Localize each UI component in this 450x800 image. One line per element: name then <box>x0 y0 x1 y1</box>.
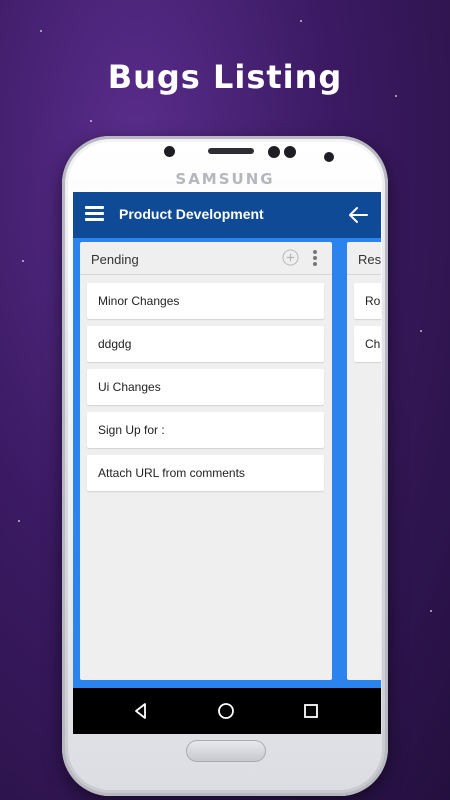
star <box>300 20 302 22</box>
bug-card[interactable]: Ro <box>354 283 381 319</box>
phone-camera <box>268 146 280 158</box>
home-hardware-button[interactable] <box>186 740 266 762</box>
app-bar: Product Development <box>73 192 381 238</box>
column-header: Pending <box>80 242 332 275</box>
bug-card[interactable]: Ch <box>354 326 381 362</box>
phone-sensor <box>164 146 175 157</box>
android-nav-bar <box>73 688 381 734</box>
star <box>40 30 42 32</box>
column-title: Res <box>358 252 381 267</box>
phone-screen: Product Development Pending Minor Change… <box>73 192 381 734</box>
bug-card[interactable]: ddgdg <box>87 326 324 362</box>
triangle-back-icon[interactable] <box>131 701 151 721</box>
card-title: ddgdg <box>98 337 132 351</box>
add-circle-icon[interactable] <box>282 249 299 266</box>
column-pending: Pending Minor Changes ddgdg Ui Changes S… <box>80 242 332 680</box>
phone-camera <box>284 146 296 158</box>
more-vertical-icon[interactable] <box>312 249 318 267</box>
card-title: Ro <box>365 294 381 308</box>
column-title: Pending <box>91 252 139 267</box>
column-resolved: Res Ro Ch <box>347 242 381 680</box>
phone-speaker <box>208 148 254 154</box>
hamburger-icon[interactable] <box>85 206 104 222</box>
card-title: Ui Changes <box>98 380 161 394</box>
bug-card[interactable]: Ui Changes <box>87 369 324 405</box>
bug-card[interactable]: Sign Up for : <box>87 412 324 448</box>
bug-board: Pending Minor Changes ddgdg Ui Changes S… <box>73 238 381 688</box>
phone-front-camera <box>324 152 334 162</box>
bug-card[interactable]: Minor Changes <box>87 283 324 319</box>
arrow-left-icon[interactable] <box>347 204 369 226</box>
bug-card[interactable]: Attach URL from comments <box>87 455 324 491</box>
star <box>18 520 20 522</box>
star <box>22 260 24 262</box>
app-title: Product Development <box>119 206 264 222</box>
star <box>90 120 92 122</box>
star <box>430 610 432 612</box>
device-brand: SAMSUNG <box>175 170 275 188</box>
column-header: Res <box>347 242 381 275</box>
square-recent-icon[interactable] <box>301 701 321 721</box>
circle-home-icon[interactable] <box>216 701 236 721</box>
promo-headline: Bugs Listing <box>107 58 343 96</box>
star <box>420 330 422 332</box>
card-title: Attach URL from comments <box>98 466 245 480</box>
card-title: Ch <box>365 337 381 351</box>
card-title: Sign Up for : <box>98 423 165 437</box>
card-title: Minor Changes <box>98 294 180 308</box>
